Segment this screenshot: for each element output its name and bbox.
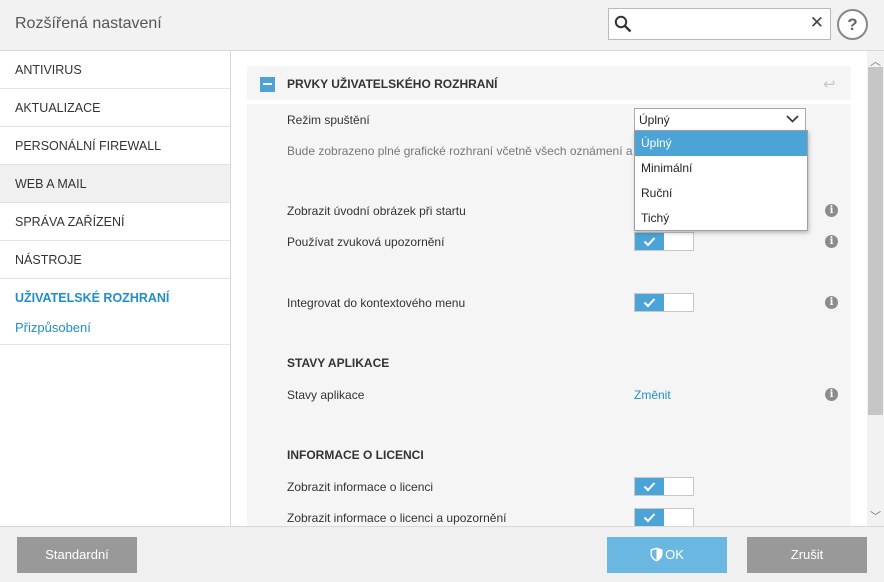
license-info-row: Zobrazit informace o licenci: [247, 471, 851, 502]
splash-label: Zobrazit úvodní obrázek při startu: [287, 204, 466, 218]
start-mode-description: Bude zobrazeno plné grafické rozhraní vč…: [287, 144, 643, 158]
context-menu-label: Integrovat do kontextového menu: [287, 296, 466, 310]
license-warn-row: Zobrazit informace o licenci a upozorněn…: [247, 502, 851, 526]
scrollbar[interactable]: ︿ ﹀: [867, 51, 884, 526]
ok-button[interactable]: OK: [607, 537, 727, 573]
app-states-header-row: STAVY APLIKACE: [247, 348, 851, 379]
start-mode-select[interactable]: Úplný: [634, 108, 806, 131]
license-title: INFORMACE O LICENCI: [287, 448, 424, 462]
license-warn-label: Zobrazit informace o licenci a upozorněn…: [287, 511, 507, 525]
license-header-row: INFORMACE O LICENCI: [247, 440, 851, 471]
section-header[interactable]: PRVKY UŽIVATELSKÉHO ROZHRANÍ ↩: [247, 66, 851, 100]
app-states-label: Stavy aplikace: [287, 388, 365, 402]
app-states-title: STAVY APLIKACE: [287, 356, 390, 370]
app-states-edit-link[interactable]: Změnit: [634, 388, 671, 402]
revert-icon[interactable]: ↩: [823, 75, 836, 93]
help-button[interactable]: ?: [837, 9, 868, 40]
sidebar-item-web-mail[interactable]: WEB A MAIL: [0, 165, 230, 203]
collapse-icon[interactable]: [260, 77, 275, 92]
window-title: Rozšířená nastavení: [15, 15, 162, 32]
app-states-row: Stavy aplikace Změnit i: [247, 379, 851, 410]
context-menu-toggle[interactable]: [634, 293, 694, 312]
settings-content: PRVKY UŽIVATELSKÉHO ROZHRANÍ ↩ Režim spu…: [232, 51, 867, 526]
section-title: PRVKY UŽIVATELSKÉHO ROZHRANÍ: [287, 77, 498, 91]
search-box[interactable]: ✕: [608, 8, 831, 40]
clear-search-icon[interactable]: ✕: [810, 13, 824, 33]
start-mode-label: Režim spuštění: [287, 113, 370, 127]
license-info-toggle[interactable]: [634, 477, 694, 496]
sound-toggle[interactable]: [634, 232, 694, 251]
footer: Standardní OK Zrušit: [0, 526, 884, 582]
start-mode-value: Úplný: [639, 113, 670, 127]
info-icon[interactable]: i: [825, 296, 838, 309]
context-menu-row: Integrovat do kontextového menu i: [247, 287, 851, 318]
chevron-down-icon: [786, 115, 799, 123]
dropdown-option-minimal[interactable]: Minimální: [635, 156, 807, 181]
start-mode-dropdown: Úplný Minimální Ruční Tichý: [634, 130, 808, 231]
sidebar-item-antivirus[interactable]: ANTIVIRUS: [0, 51, 230, 89]
cancel-button[interactable]: Zrušit: [747, 537, 867, 573]
title-bar: Rozšířená nastavení ✕ ?: [0, 0, 884, 51]
standard-button[interactable]: Standardní: [17, 537, 137, 573]
sidebar-subitem-customization[interactable]: Přizpůsobení: [0, 317, 230, 345]
sidebar-item-device-control[interactable]: SPRÁVA ZAŘÍZENÍ: [0, 203, 230, 241]
sidebar-item-tools[interactable]: NÁSTROJE: [0, 241, 230, 279]
spacer-row: [247, 318, 851, 348]
dropdown-option-full[interactable]: Úplný: [635, 131, 807, 156]
info-icon[interactable]: i: [825, 235, 838, 248]
dropdown-option-manual[interactable]: Ruční: [635, 181, 807, 206]
license-warn-toggle[interactable]: [634, 508, 694, 526]
info-icon[interactable]: i: [825, 204, 838, 217]
sidebar-item-firewall[interactable]: PERSONÁLNÍ FIREWALL: [0, 127, 230, 165]
scroll-down-icon[interactable]: ﹀: [870, 508, 881, 524]
shield-icon: [650, 547, 663, 562]
search-icon: [614, 15, 632, 33]
spacer-row: [247, 410, 851, 440]
spacer-row: [247, 257, 851, 287]
sidebar: ANTIVIRUS AKTUALIZACE PERSONÁLNÍ FIREWAL…: [0, 51, 231, 526]
scrollbar-thumb[interactable]: [868, 67, 883, 415]
ok-label: OK: [665, 547, 684, 562]
dropdown-option-silent[interactable]: Tichý: [635, 206, 807, 231]
sidebar-item-update[interactable]: AKTUALIZACE: [0, 89, 230, 127]
sidebar-item-user-interface[interactable]: UŽIVATELSKÉ ROZHRANÍ: [0, 279, 230, 317]
license-info-label: Zobrazit informace o licenci: [287, 480, 434, 494]
sound-label: Používat zvuková upozornění: [287, 235, 445, 249]
info-icon[interactable]: i: [825, 388, 838, 401]
